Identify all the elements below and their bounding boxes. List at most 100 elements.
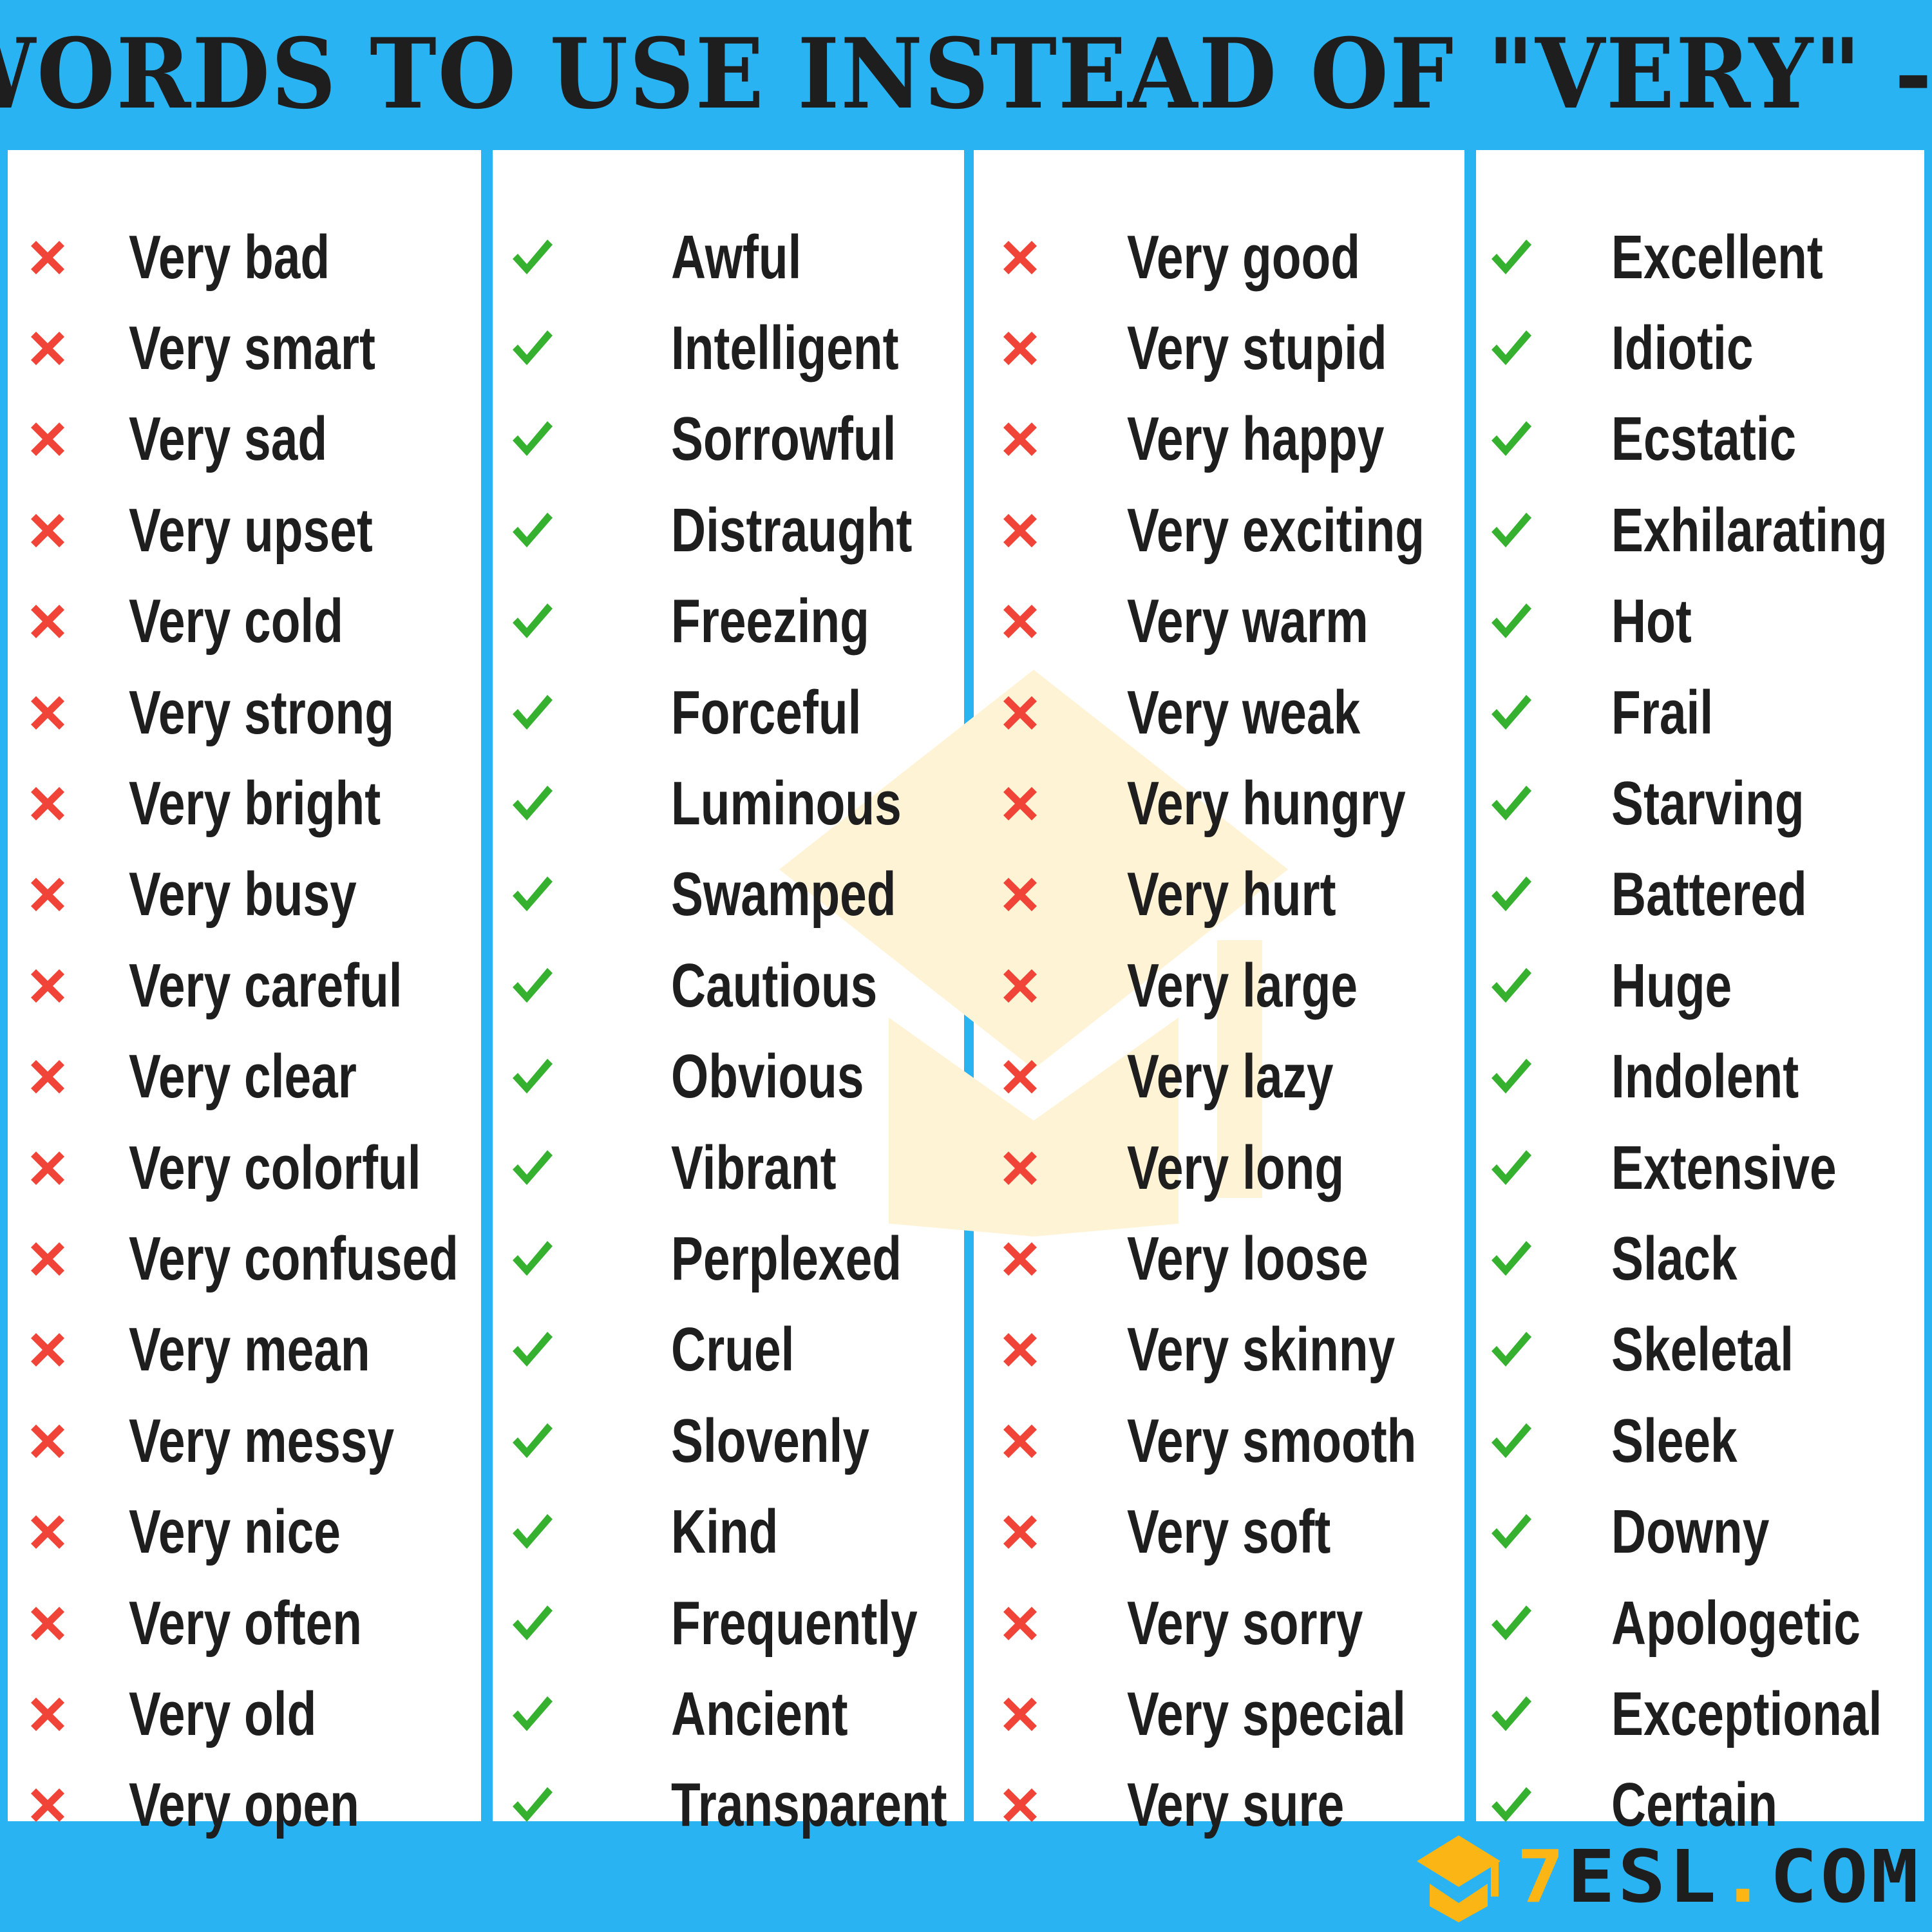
replacement-word: Exceptional (1611, 1679, 1882, 1748)
list-item: Cruel (509, 1305, 1025, 1396)
list-item: Frequently (509, 1578, 1025, 1669)
list-item: Exhilarating (1488, 485, 1932, 576)
list-item: Obvious (509, 1032, 1025, 1122)
replacement-word: Downy (1611, 1497, 1770, 1567)
list-item: Intelligent (509, 303, 1025, 393)
replacement-word: Perplexed (671, 1224, 902, 1293)
phrase-to-avoid: Very large (1127, 951, 1358, 1020)
list-item: Excellent (1488, 212, 1932, 303)
list-item: Very open (24, 1760, 551, 1851)
cross-icon (997, 1600, 1043, 1647)
list-item: Battered (1488, 849, 1932, 940)
graduation-cap-icon (1417, 1835, 1501, 1922)
check-icon (509, 1054, 555, 1100)
phrase-to-avoid: Very old (129, 1679, 317, 1748)
replacement-word: Sorrowful (671, 404, 896, 474)
cross-icon (997, 690, 1043, 736)
list-item: Freezing (509, 576, 1025, 667)
phrase-to-avoid: Very cold (129, 587, 343, 656)
check-icon (1488, 781, 1534, 827)
check-icon (1488, 1782, 1534, 1828)
check-icon (1488, 1145, 1534, 1191)
list-item: Very bright (24, 758, 551, 849)
list-item: Ancient (509, 1669, 1025, 1759)
phrase-to-avoid: Very sorry (1127, 1588, 1363, 1658)
replacement-word: Ecstatic (1611, 404, 1797, 474)
list-item: Very long (997, 1122, 1508, 1213)
phrase-to-avoid: Very confused (129, 1224, 459, 1293)
list-item: Idiotic (1488, 303, 1932, 393)
phrase-to-avoid: Very upset (129, 495, 373, 565)
replacement-word: Battered (1611, 860, 1807, 929)
list-item: Very bad (24, 212, 551, 303)
phrase-to-avoid: Very clear (129, 1042, 357, 1112)
replacement-word: Skeletal (1611, 1315, 1794, 1385)
replacement-word: Swamped (671, 860, 896, 929)
list-item: Slovenly (509, 1396, 1025, 1486)
list-item: Very skinny (997, 1305, 1508, 1396)
list-item: Very colorful (24, 1122, 551, 1213)
cross-icon (997, 598, 1043, 645)
list-item: Skeletal (1488, 1305, 1932, 1396)
phrase-to-avoid: Very stupid (1127, 314, 1387, 383)
check-icon (1488, 1600, 1534, 1647)
replacement-word: Sleek (1611, 1406, 1738, 1475)
list-item: Kind (509, 1486, 1025, 1577)
replacement-word: Luminous (671, 769, 902, 838)
cross-icon (24, 234, 71, 281)
list-item: Huge (1488, 940, 1932, 1031)
phrase-to-avoid: Very exciting (1127, 495, 1425, 565)
cross-icon (997, 234, 1043, 281)
phrase-to-avoid: Very bad (129, 222, 330, 292)
phrase-to-avoid: Very careful (129, 951, 402, 1020)
cross-icon (997, 871, 1043, 918)
phrase-to-avoid: Very often (129, 1588, 363, 1658)
check-icon (1488, 507, 1534, 554)
check-icon (1488, 416, 1534, 462)
check-icon (509, 325, 555, 372)
phrase-to-avoid: Very good (1127, 222, 1361, 292)
cross-icon (24, 1600, 71, 1647)
cross-icon (997, 1236, 1043, 1282)
list-item: Very lazy (997, 1032, 1508, 1122)
header-bar: WORDS TO USE INSTEAD OF "VERY" -1 (0, 0, 1932, 148)
list-item: Very busy (24, 849, 551, 940)
check-icon (509, 690, 555, 736)
check-icon (509, 1418, 555, 1464)
check-icon (509, 1691, 555, 1738)
list-item: Very confused (24, 1213, 551, 1304)
cross-icon (997, 1509, 1043, 1555)
list-item: Perplexed (509, 1213, 1025, 1304)
column-right-2: Excellent Idiotic Ecstatic Exhilarating Hot F… (1488, 150, 1932, 1851)
list-item: Very mean (24, 1305, 551, 1396)
list-item: Cautious (509, 940, 1025, 1031)
list-item: Sorrowful (509, 394, 1025, 485)
list-item: Very warm (997, 576, 1508, 667)
replacement-word: Slack (1611, 1224, 1738, 1293)
check-icon (509, 416, 555, 462)
brand-name: 7ESL.COM (1517, 1835, 1922, 1919)
list-item: Vibrant (509, 1122, 1025, 1213)
check-icon (1488, 325, 1534, 372)
list-item: Very old (24, 1669, 551, 1759)
phrase-to-avoid: Very loose (1127, 1224, 1368, 1293)
cross-icon (997, 1418, 1043, 1464)
list-item: Very stupid (997, 303, 1508, 393)
phrase-to-avoid: Very bright (129, 769, 381, 838)
replacement-word: Forceful (671, 677, 862, 747)
phrase-to-avoid: Very hungry (1127, 769, 1406, 838)
check-icon (509, 1600, 555, 1647)
list-item: Slack (1488, 1213, 1932, 1304)
cross-icon (24, 325, 71, 372)
phrase-to-avoid: Very smart (129, 314, 375, 383)
check-icon (1488, 1691, 1534, 1738)
check-icon (1488, 963, 1534, 1009)
check-icon (509, 1782, 555, 1828)
phrase-to-avoid: Very warm (1127, 587, 1368, 656)
cross-icon (24, 690, 71, 736)
list-item: Luminous (509, 758, 1025, 849)
cross-icon (997, 781, 1043, 827)
cross-icon (24, 1327, 71, 1373)
check-icon (509, 781, 555, 827)
cross-icon (997, 1054, 1043, 1100)
